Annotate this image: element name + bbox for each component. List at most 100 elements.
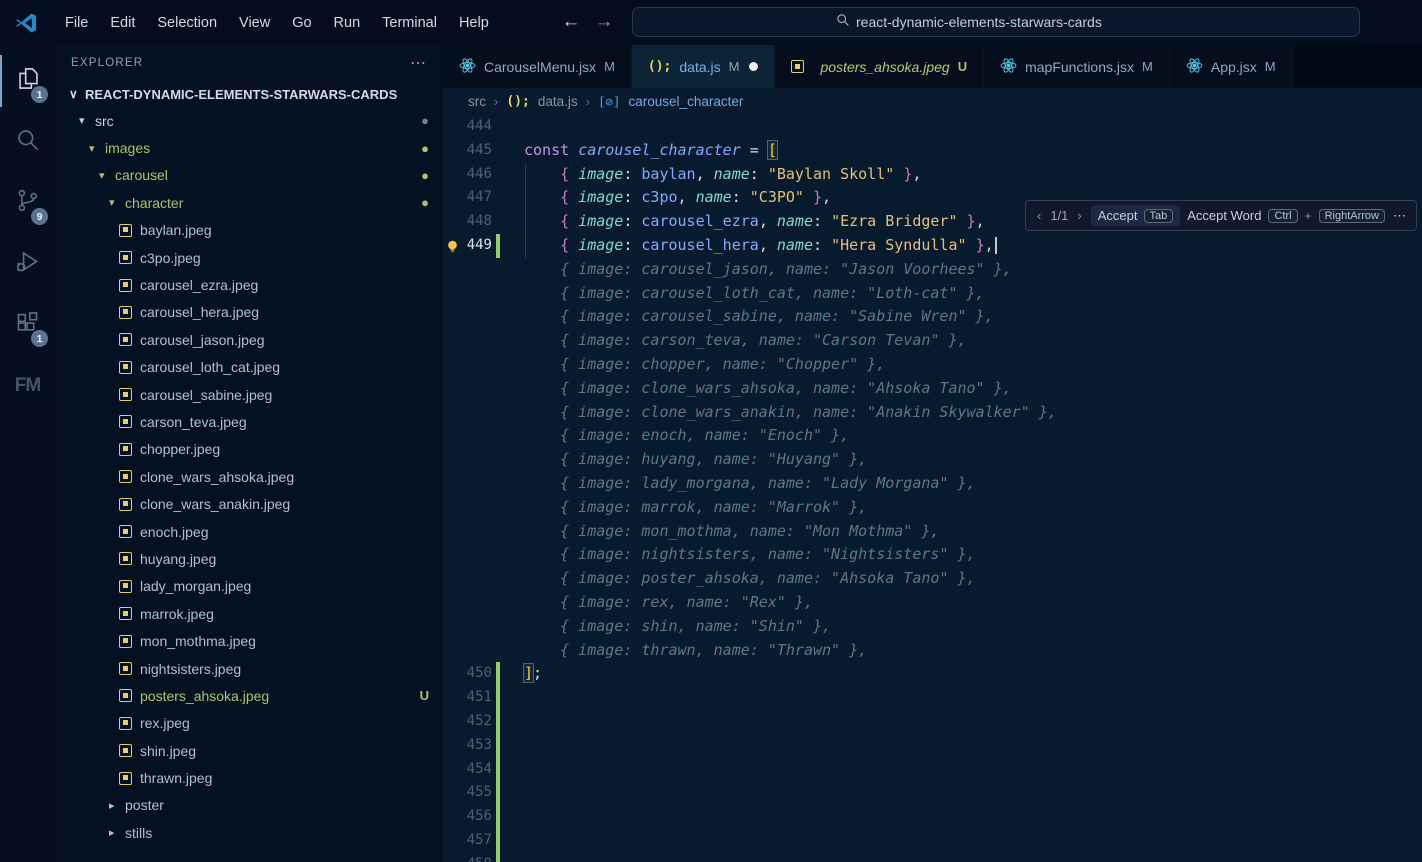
code-line[interactable]: 455 (443, 781, 1422, 805)
file-item-clone_wars_ahsoka.jpeg[interactable]: clone_wars_ahsoka.jpeg (55, 463, 443, 490)
file-item-carousel_jason.jpeg[interactable]: carousel_jason.jpeg (55, 326, 443, 353)
code-line[interactable]: 450]; (443, 662, 1422, 686)
menu-view[interactable]: View (228, 11, 281, 35)
file-item-nightsisters.jpeg[interactable]: nightsisters.jpeg (55, 655, 443, 682)
folder-item-character[interactable]: ▾character● (55, 189, 443, 216)
accept-button[interactable]: Accept Tab (1091, 205, 1181, 226)
suggestion-more-icon[interactable]: ⋯ (1393, 208, 1407, 224)
breadcrumb-file[interactable]: data.js (538, 94, 578, 109)
file-item-carousel_hera.jpeg[interactable]: carousel_hera.jpeg (55, 299, 443, 326)
line-number (443, 496, 492, 520)
file-item-carousel_ezra.jpeg[interactable]: carousel_ezra.jpeg (55, 271, 443, 298)
ghost-code-line[interactable]: { image: huyang, name: "Huyang" }, (443, 448, 1422, 472)
tab-data.js[interactable]: ();data.jsM (632, 45, 776, 88)
folder-item-carousel[interactable]: ▾carousel● (55, 162, 443, 189)
code-line[interactable]: 445const carousel_character = [ (443, 139, 1422, 163)
breadcrumb-src[interactable]: src (468, 94, 486, 109)
tree-item-label: carousel_jason.jpeg (140, 332, 265, 348)
code-line[interactable]: 451 (443, 686, 1422, 710)
menu-file[interactable]: File (54, 11, 99, 35)
tab-app.jsx[interactable]: App.jsxM (1170, 45, 1293, 88)
file-item-c3po.jpeg[interactable]: c3po.jpeg (55, 244, 443, 271)
folder-item-src[interactable]: ▾src● (55, 107, 443, 134)
ghost-code-line[interactable]: { image: marrok, name: "Marrok" }, (443, 496, 1422, 520)
gutter-space (492, 781, 524, 805)
file-item-rex.jpeg[interactable]: rex.jpeg (55, 710, 443, 737)
explorer-more-actions-icon[interactable]: ⋯ (410, 53, 427, 73)
tab-mapfunctions.jsx[interactable]: mapFunctions.jsxM (984, 45, 1170, 88)
git-status-dot: ● (421, 195, 429, 210)
ghost-code-line[interactable]: { image: rex, name: "Rex" }, (443, 591, 1422, 615)
menu-terminal[interactable]: Terminal (371, 11, 448, 35)
gutter-space (492, 424, 524, 448)
file-item-marrok.jpeg[interactable]: marrok.jpeg (55, 600, 443, 627)
run-debug-activity-button[interactable] (0, 238, 55, 290)
breadcrumb-symbol[interactable]: carousel_character (629, 94, 744, 109)
chevron-down-icon: ∨ (69, 87, 85, 101)
ghost-code-line[interactable]: { image: carousel_sabine, name: "Sabine … (443, 305, 1422, 329)
code-line[interactable]: 446 { image: baylan, name: "Baylan Skoll… (443, 163, 1422, 187)
fm-activity-button[interactable]: FM (0, 360, 55, 412)
file-item-enoch.jpeg[interactable]: enoch.jpeg (55, 518, 443, 545)
file-item-lady_morgan.jpeg[interactable]: lady_morgan.jpeg (55, 573, 443, 600)
menu-edit[interactable]: Edit (99, 11, 146, 35)
menu-run[interactable]: Run (323, 11, 372, 35)
file-item-baylan.jpeg[interactable]: baylan.jpeg (55, 217, 443, 244)
extensions-activity-button[interactable]: 1 (0, 299, 55, 351)
file-item-thrawn.jpeg[interactable]: thrawn.jpeg (55, 764, 443, 791)
ghost-code-line[interactable]: { image: carousel_loth_cat, name: "Loth-… (443, 282, 1422, 306)
back-button[interactable]: ← (557, 8, 585, 36)
code-line[interactable]: 458 (443, 853, 1422, 862)
folder-item-poster[interactable]: ▸poster (55, 792, 443, 819)
menu-go[interactable]: Go (281, 11, 322, 35)
tree-item-label: src (95, 113, 114, 129)
ghost-code-line[interactable]: { image: chopper, name: "Chopper" }, (443, 353, 1422, 377)
file-item-clone_wars_anakin.jpeg[interactable]: clone_wars_anakin.jpeg (55, 490, 443, 517)
file-item-posters_ahsoka.jpeg[interactable]: posters_ahsoka.jpegU (55, 682, 443, 709)
forward-button[interactable]: → (590, 8, 618, 36)
accept-word-button[interactable]: Accept Word (1187, 208, 1261, 223)
code-line[interactable]: 454 (443, 758, 1422, 782)
ghost-code-line[interactable]: { image: mon_mothma, name: "Mon Mothma" … (443, 520, 1422, 544)
menu-selection[interactable]: Selection (146, 11, 228, 35)
search-input[interactable] (856, 14, 1156, 30)
line-number (443, 305, 492, 329)
tree-item-label: mon_mothma.jpeg (140, 633, 256, 649)
file-item-carousel_sabine.jpeg[interactable]: carousel_sabine.jpeg (55, 381, 443, 408)
ghost-code-line[interactable]: { image: nightsisters, name: "Nightsiste… (443, 543, 1422, 567)
ghost-code-line[interactable]: { image: carson_teva, name: "Carson Teva… (443, 329, 1422, 353)
ghost-code-line[interactable]: { image: clone_wars_anakin, name: "Anaki… (443, 401, 1422, 425)
code-line[interactable]: 449 { image: carousel_hera, name: "Hera … (443, 234, 1422, 258)
ghost-code-line[interactable]: { image: thrawn, name: "Thrawn" }, (443, 639, 1422, 663)
code-line[interactable]: 453 (443, 734, 1422, 758)
file-item-carson_teva.jpeg[interactable]: carson_teva.jpeg (55, 408, 443, 435)
folder-item-images[interactable]: ▾images● (55, 134, 443, 161)
ghost-code-line[interactable]: { image: carousel_jason, name: "Jason Vo… (443, 258, 1422, 282)
code-line[interactable]: 457 (443, 829, 1422, 853)
code-line[interactable]: 444 (443, 115, 1422, 139)
gutter-space (492, 186, 524, 210)
search-activity-button[interactable] (0, 116, 55, 168)
command-center-search[interactable] (632, 7, 1360, 37)
source-control-activity-button[interactable]: 9 (0, 177, 55, 229)
folder-item-react-dynamic-elements-starwars-cards[interactable]: ∨REACT-DYNAMIC-ELEMENTS-STARWARS-CARDS (55, 81, 443, 107)
ghost-code-line[interactable]: { image: clone_wars_ahsoka, name: "Ahsok… (443, 377, 1422, 401)
next-suggestion-button[interactable]: › (1075, 208, 1083, 223)
ghost-code-line[interactable]: { image: shin, name: "Shin" }, (443, 615, 1422, 639)
previous-suggestion-button[interactable]: ‹ (1035, 208, 1043, 223)
folder-item-stills[interactable]: ▸stills (55, 819, 443, 846)
ghost-code-line[interactable]: { image: lady_morgana, name: "Lady Morga… (443, 472, 1422, 496)
file-item-carousel_loth_cat.jpeg[interactable]: carousel_loth_cat.jpeg (55, 354, 443, 381)
ghost-code-line[interactable]: { image: enoch, name: "Enoch" }, (443, 424, 1422, 448)
explorer-activity-button[interactable]: 1 (0, 55, 55, 107)
code-line[interactable]: 452 (443, 710, 1422, 734)
code-line[interactable]: 456 (443, 805, 1422, 829)
file-item-chopper.jpeg[interactable]: chopper.jpeg (55, 436, 443, 463)
file-item-huyang.jpeg[interactable]: huyang.jpeg (55, 545, 443, 572)
menu-help[interactable]: Help (448, 11, 500, 35)
file-item-mon_mothma.jpeg[interactable]: mon_mothma.jpeg (55, 627, 443, 654)
tab-posters_ahsoka.jpeg[interactable]: posters_ahsoka.jpegU (775, 45, 984, 88)
tab-carouselmenu.jsx[interactable]: CarouselMenu.jsxM (443, 45, 632, 88)
file-item-shin.jpeg[interactable]: shin.jpeg (55, 737, 443, 764)
ghost-code-line[interactable]: { image: poster_ahsoka, name: "Ahsoka Ta… (443, 567, 1422, 591)
